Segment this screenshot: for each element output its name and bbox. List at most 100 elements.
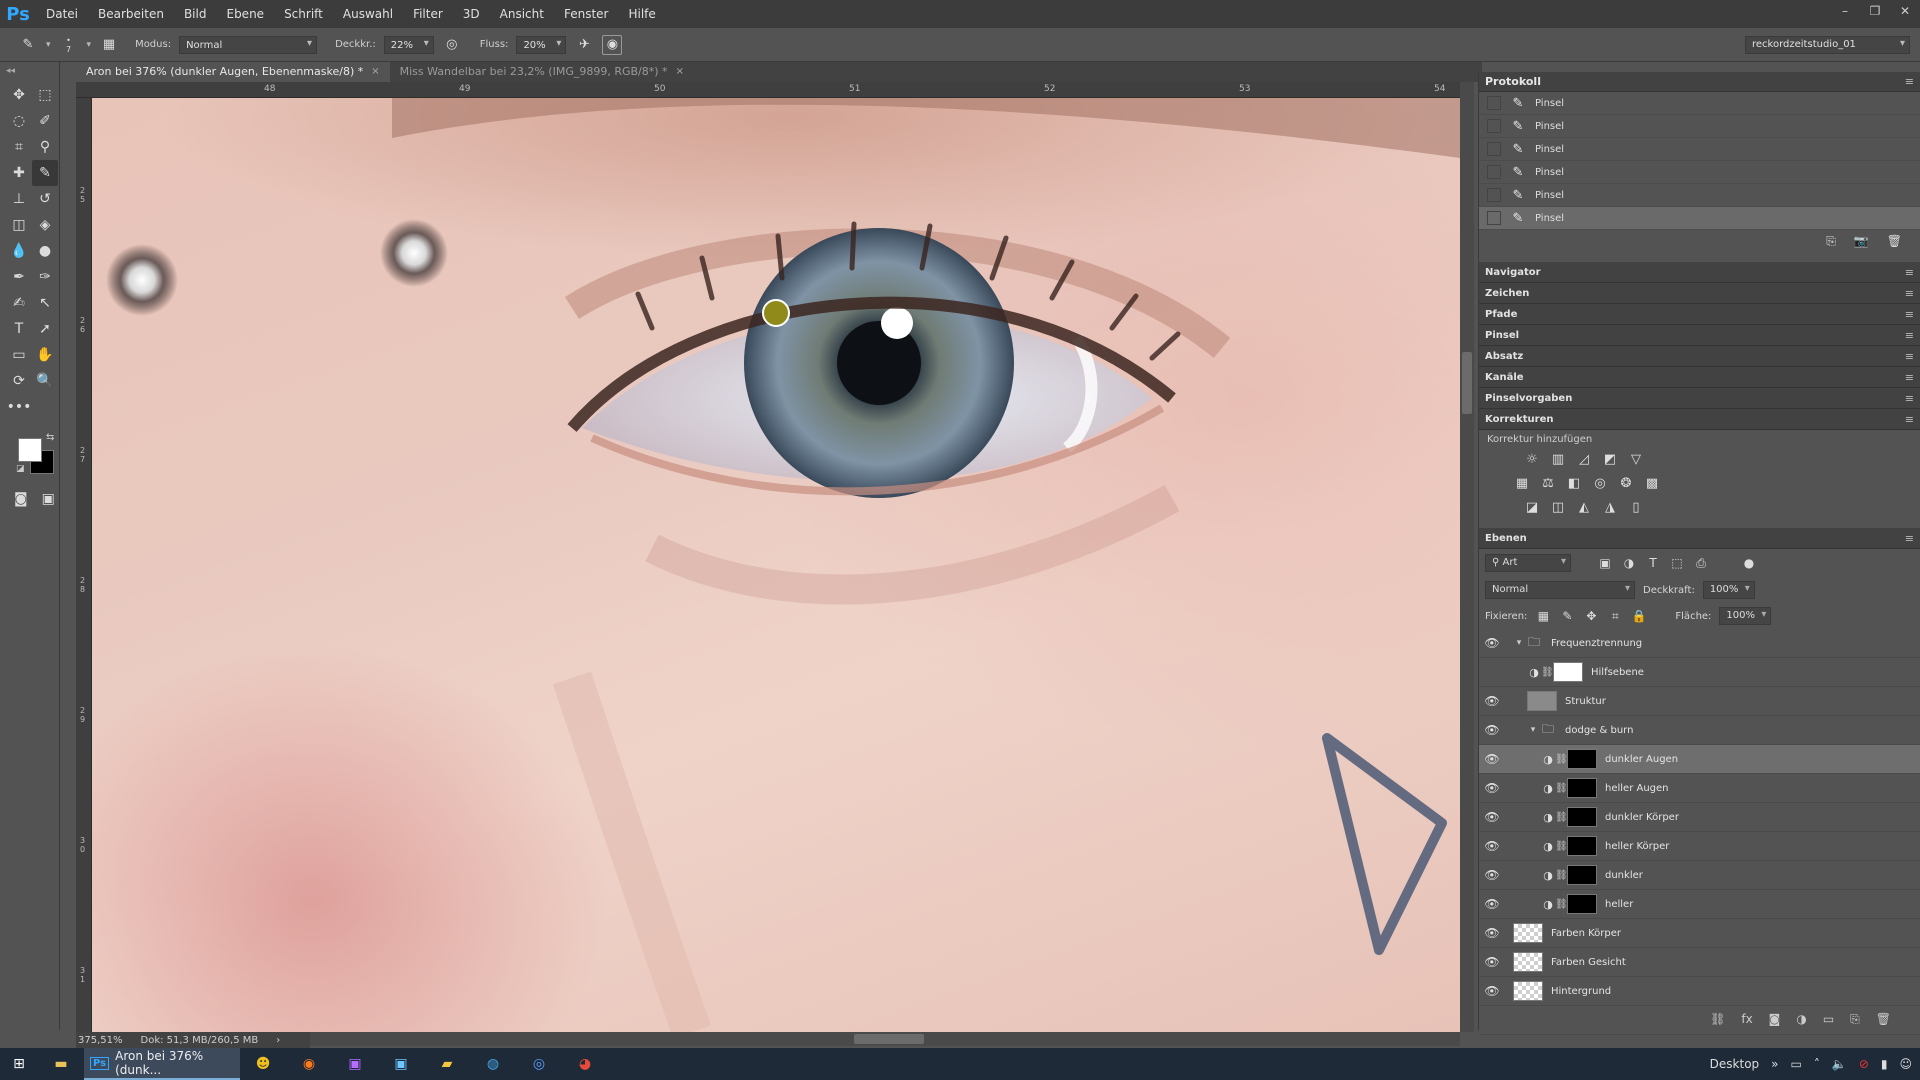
layer-visibility-eye-icon[interactable]: 👁 xyxy=(1479,636,1505,650)
lasso-tool-icon[interactable]: ◌ xyxy=(6,108,32,134)
add-layer-mask-icon[interactable]: ◙ xyxy=(1769,1012,1781,1026)
lock-image-pixels-icon[interactable]: ✎ xyxy=(1559,609,1575,623)
layer-fill-input[interactable]: 100% xyxy=(1719,607,1772,625)
paint-bucket-tool-icon[interactable]: ◈ xyxy=(32,212,58,238)
korrekturen-panel-menu-icon[interactable]: ≡ xyxy=(1905,413,1914,426)
menu-ansicht[interactable]: Ansicht xyxy=(490,0,554,28)
layer-filter-select[interactable]: ⚲ Art xyxy=(1485,554,1571,572)
layer-visibility-eye-icon[interactable]: 👁 xyxy=(1479,897,1505,911)
panel-menu-icon[interactable]: ≡ xyxy=(1905,308,1914,321)
hand-tool-icon[interactable]: ✋ xyxy=(32,342,58,368)
posterize-adjustment-icon[interactable]: ◫ xyxy=(1549,498,1567,516)
canvas-vertical-scrollbar[interactable] xyxy=(1460,82,1474,1032)
selective-color-adjustment-icon[interactable]: ◮ xyxy=(1601,498,1619,516)
layer-row[interactable]: 👁 ◑ ⛓ heller Körper xyxy=(1479,832,1920,861)
layer-thumbnail[interactable] xyxy=(1513,923,1543,943)
healing-brush-tool-icon[interactable]: ✚ xyxy=(6,160,32,186)
layer-visibility-eye-icon[interactable]: 👁 xyxy=(1479,868,1505,882)
channel-mixer-adjustment-icon[interactable]: ❂ xyxy=(1617,474,1635,492)
history-state-row[interactable]: ✎ Pinsel xyxy=(1479,161,1920,184)
snapshot-camera-icon[interactable]: 📷 xyxy=(1854,234,1869,248)
layer-visibility-eye-icon[interactable]: 👁 xyxy=(1479,839,1505,853)
brightness-adjustment-icon[interactable]: ☼ xyxy=(1523,450,1541,468)
tray-keyboard-icon[interactable]: ▭ xyxy=(1791,1057,1802,1071)
history-panel-header[interactable]: Protokoll ≡ xyxy=(1479,72,1920,92)
foreground-color-swatch[interactable] xyxy=(18,438,42,462)
eyedropper-tool-icon[interactable]: ⚲ xyxy=(32,134,58,160)
layer-mask-thumbnail[interactable] xyxy=(1567,807,1597,827)
panel-zeichen[interactable]: Zeichen ≡ xyxy=(1479,283,1920,304)
zoom-tool-icon[interactable]: 🔍 xyxy=(32,368,58,394)
history-source-checkbox[interactable] xyxy=(1487,142,1501,156)
swap-colors-icon[interactable]: ⇆ xyxy=(46,432,54,443)
tray-alert-icon[interactable]: ⊘ xyxy=(1859,1057,1869,1071)
status-menu-arrow-icon[interactable]: › xyxy=(276,1035,280,1046)
dodge-tool-icon[interactable]: ● xyxy=(32,238,58,264)
layer-visibility-eye-icon[interactable]: 👁 xyxy=(1479,926,1505,940)
tray-network-icon[interactable]: ▮ xyxy=(1881,1057,1888,1071)
airbrush-icon[interactable]: ✈ xyxy=(574,35,594,55)
desktop-toolbar-label[interactable]: Desktop xyxy=(1710,1057,1760,1071)
layer-mask-thumbnail[interactable] xyxy=(1567,836,1597,856)
layers-panel-header[interactable]: Ebenen ≡ xyxy=(1479,528,1920,549)
tab-aron[interactable]: Aron bei 376% (dunkler Augen, Ebenenmask… xyxy=(76,62,390,82)
image-canvas[interactable] xyxy=(92,98,1460,1032)
ruler-vertical[interactable]: 2 5 2 6 2 7 2 8 2 9 3 0 3 1 xyxy=(76,98,92,1032)
curves-adjustment-icon[interactable]: ◿ xyxy=(1575,450,1593,468)
layer-visibility-eye-icon[interactable]: 👁 xyxy=(1479,723,1505,737)
clone-stamp-tool-icon[interactable]: ⊥ xyxy=(6,186,32,212)
pressure-opacity-icon[interactable]: ◎ xyxy=(442,35,462,55)
windows-start-icon[interactable]: ⊞ xyxy=(0,1048,38,1080)
layer-blend-mode-select[interactable]: Normal xyxy=(1485,581,1635,599)
layer-mask-thumbnail[interactable] xyxy=(1567,778,1597,798)
menu-3d[interactable]: 3D xyxy=(453,0,490,28)
lightroom-icon[interactable]: ▣ xyxy=(378,1048,424,1080)
file-explorer-icon[interactable]: ▬ xyxy=(38,1048,84,1080)
vibrance-adjustment-icon[interactable]: ▽ xyxy=(1627,450,1645,468)
history-panel-menu-icon[interactable]: ≡ xyxy=(1905,75,1914,88)
tab-miss-wandelbar[interactable]: Miss Wandelbar bei 23,2% (IMG_9899, RGB/… xyxy=(389,62,694,82)
brush-panel-toggle-icon[interactable]: ▦ xyxy=(99,35,119,55)
new-adjustment-layer-icon[interactable]: ◑ xyxy=(1796,1012,1806,1026)
default-colors-icon[interactable]: ◪ xyxy=(16,464,25,474)
history-source-checkbox[interactable] xyxy=(1487,165,1501,179)
filter-shape-layers-icon[interactable]: ⬚ xyxy=(1669,556,1685,570)
color-lookup-adjustment-icon[interactable]: ▩ xyxy=(1643,474,1661,492)
chrome-icon[interactable]: ◕ xyxy=(562,1048,608,1080)
path-select-tool-icon[interactable]: ↖ xyxy=(32,290,58,316)
move-tool-icon[interactable]: ✥ xyxy=(6,82,32,108)
brush-size-picker[interactable]: • 7 xyxy=(59,35,79,55)
color-balance-adjustment-icon[interactable]: ⚖ xyxy=(1539,474,1557,492)
modus-select[interactable]: Normal xyxy=(179,35,318,54)
layer-row[interactable]: 👁 ◑ ⛓ dunkler xyxy=(1479,861,1920,890)
history-source-checkbox[interactable] xyxy=(1487,188,1501,202)
more-tools-icon[interactable]: ••• xyxy=(6,394,32,420)
exposure-adjustment-icon[interactable]: ◩ xyxy=(1601,450,1619,468)
layer-visibility-eye-icon[interactable]: 👁 xyxy=(1479,694,1505,708)
mask-link-icon[interactable]: ⛓ xyxy=(1555,841,1568,852)
lock-all-icon[interactable]: 🔒 xyxy=(1631,609,1647,623)
panel-menu-icon[interactable]: ≡ xyxy=(1905,266,1914,279)
workspace-select[interactable]: reckordzeitstudio_01 xyxy=(1745,36,1910,54)
gradient-map-adjustment-icon[interactable]: ▯ xyxy=(1627,498,1645,516)
layer-style-fx-icon[interactable]: fx xyxy=(1741,1012,1752,1026)
layer-thumbnail[interactable] xyxy=(1513,981,1543,1001)
menu-auswahl[interactable]: Auswahl xyxy=(333,0,403,28)
korrekturen-panel-header[interactable]: Korrekturen ≡ xyxy=(1479,409,1920,430)
panel-pinselvorgaben[interactable]: Pinselvorgaben ≡ xyxy=(1479,388,1920,409)
layer-visibility-eye-icon[interactable]: 👁 xyxy=(1479,810,1505,824)
layer-row[interactable]: 👁 ◑ ⛓ heller xyxy=(1479,890,1920,919)
black-white-adjustment-icon[interactable]: ◧ xyxy=(1565,474,1583,492)
history-state-row[interactable]: ✎ Pinsel xyxy=(1479,184,1920,207)
premiere-icon[interactable]: ▣ xyxy=(332,1048,378,1080)
zoom-level[interactable]: 375,51% xyxy=(78,1035,123,1046)
rectangle-tool-icon[interactable]: ▭ xyxy=(6,342,32,368)
layer-row[interactable]: 👁 ▾ 🗀 dodge & burn xyxy=(1479,716,1920,745)
mask-link-icon[interactable]: ⛓ xyxy=(1555,812,1568,823)
panel-absatz[interactable]: Absatz ≡ xyxy=(1479,346,1920,367)
layer-opacity-input[interactable]: 100% xyxy=(1702,581,1755,599)
brush-tool-preset-icon[interactable]: ✎ xyxy=(18,35,38,55)
canvas-horizontal-scrollbar[interactable] xyxy=(310,1032,1460,1046)
layer-row[interactable]: 👁 ◑⛓ Hilfsebene xyxy=(1479,658,1920,687)
tray-expand-icon[interactable]: » xyxy=(1771,1057,1778,1071)
